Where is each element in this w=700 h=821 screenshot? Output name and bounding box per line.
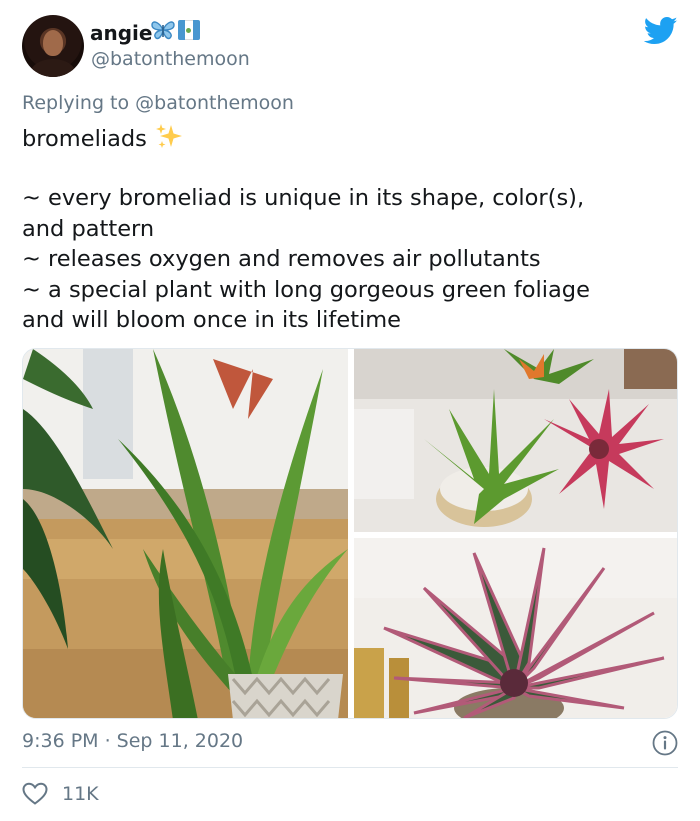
tweet-text: bromeliads ~ every bromeliad is unique i… bbox=[22, 122, 662, 336]
guatemala-flag-icon bbox=[178, 20, 200, 40]
tweet-line-4: and pattern bbox=[22, 215, 155, 242]
tweet-line-1: bromeliads bbox=[22, 122, 662, 153]
user-display-name[interactable]: angie bbox=[90, 21, 152, 45]
tweet-line-7: and will bloom once in its lifetime bbox=[22, 307, 402, 333]
photo-bromeliad-window[interactable] bbox=[23, 349, 348, 718]
butterfly-icon bbox=[151, 21, 175, 40]
info-icon[interactable] bbox=[652, 730, 678, 756]
reply-mention-link[interactable]: @batonthemoon bbox=[135, 92, 294, 114]
tweet-line-5: ~ releases oxygen and removes air pollut… bbox=[22, 246, 541, 272]
tweet-line-text: bromeliads bbox=[22, 126, 147, 152]
user-handle[interactable]: @batonthemoon bbox=[91, 48, 250, 70]
reply-context: Replying to @batonthemoon bbox=[22, 92, 294, 114]
tweet-timestamp[interactable]: 9:36 PM · Sep 11, 2020 bbox=[22, 730, 243, 752]
tweet-line-6: ~ a special plant with long gorgeous gre… bbox=[22, 276, 590, 303]
twitter-bird-icon[interactable] bbox=[644, 16, 678, 46]
sparkles-icon bbox=[155, 124, 182, 148]
media-grid bbox=[22, 348, 678, 719]
photo-bromeliad-purple[interactable] bbox=[354, 538, 677, 718]
divider bbox=[22, 767, 678, 768]
photo-bromeliads-pots[interactable] bbox=[354, 349, 677, 532]
reply-prefix: Replying to bbox=[22, 92, 130, 114]
avatar[interactable] bbox=[22, 15, 84, 77]
tweet-line-3: ~ every bromeliad is unique in its shape… bbox=[22, 185, 585, 211]
name-emoji-group bbox=[151, 20, 200, 40]
like-count[interactable]: 11K bbox=[62, 783, 99, 805]
heart-icon[interactable] bbox=[22, 782, 48, 806]
